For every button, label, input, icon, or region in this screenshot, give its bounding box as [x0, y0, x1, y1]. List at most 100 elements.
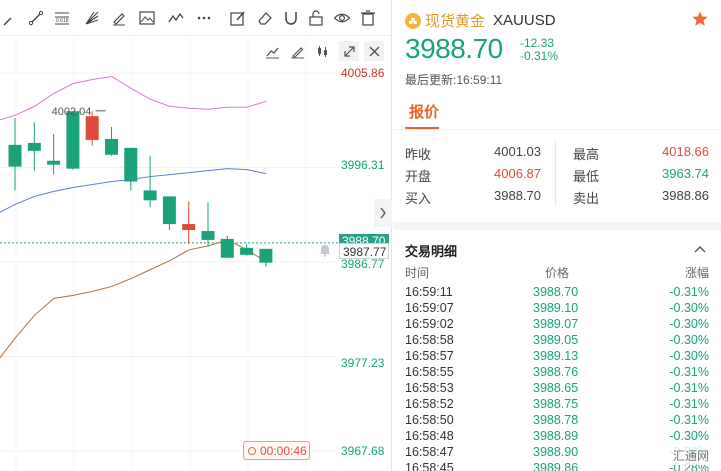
edit-icon[interactable] — [227, 7, 249, 29]
stat-label: 最低 — [573, 169, 600, 184]
upper-band-line — [0, 76, 267, 121]
watermark: 汇通网 — [668, 446, 713, 465]
candle-body — [124, 147, 138, 182]
brush-icon[interactable] — [108, 7, 130, 29]
trade-change: -0.30% — [669, 429, 709, 443]
change-percent: -0.31% — [520, 49, 559, 63]
trendline-icon[interactable] — [25, 7, 47, 29]
stat-label: 最高 — [573, 147, 600, 162]
current-price-label: 3988.70 — [342, 234, 386, 243]
price-axis-label: 3967.68 — [341, 444, 385, 458]
magnet-icon[interactable] — [280, 7, 302, 29]
candle-type-icon[interactable] — [312, 41, 332, 61]
tab-quote[interactable]: 报价 — [409, 101, 439, 122]
price-axis-label: 3977.23 — [341, 356, 385, 370]
crosshair-price-label: 3987.77 — [339, 243, 389, 259]
trade-time: 16:58:45 — [405, 461, 454, 471]
trade-price: 3988.76 — [533, 365, 579, 379]
stat-label: 开盘 — [405, 169, 432, 184]
countdown-value: 00:00:46 — [260, 443, 307, 458]
candle-body — [66, 111, 80, 169]
drawing-toolbar: 0.618 — [0, 0, 392, 36]
collapse-panel-button[interactable] — [374, 199, 392, 227]
table-row: 16:58:58 3989.05 -0.30% — [393, 333, 721, 349]
table-row: 16:58:53 3988.65 -0.31% — [393, 381, 721, 397]
price-change: -12.33 -0.31% — [520, 37, 558, 63]
trade-change: -0.31% — [669, 397, 709, 411]
crosshair-icon[interactable] — [0, 7, 22, 29]
eraser-icon[interactable] — [254, 7, 276, 29]
trade-time: 16:58:52 — [405, 397, 454, 411]
candlestick-chart[interactable]: 4002.04 — [0, 37, 392, 471]
trade-time: 16:58:50 — [405, 413, 454, 427]
candle-body — [182, 224, 196, 231]
trade-price: 3988.70 — [533, 285, 579, 299]
trade-list[interactable]: 16:59:11 3988.70 -0.31% 16:59:07 3989.10 -0.3… — [393, 285, 721, 471]
column-header-price: 价格 — [545, 266, 570, 280]
indicator-icon[interactable] — [262, 41, 282, 61]
trade-price: 3988.89 — [533, 429, 579, 443]
close-icon[interactable] — [364, 41, 384, 61]
trade-change: -0.31% — [669, 381, 709, 395]
instrument-symbol: XAUUSD — [493, 12, 556, 29]
last-update: 最后更新:16:59:11 — [405, 73, 503, 87]
column-header-change: 涨幅 — [684, 266, 709, 280]
current-price-marker: 3988.70 — [339, 234, 389, 243]
trade-price: 3988.90 — [533, 445, 579, 459]
trade-price: 3989.07 — [533, 317, 579, 331]
trade-time: 16:58:58 — [405, 333, 454, 347]
stat-label: 买入 — [405, 191, 432, 206]
chevron-right-icon — [380, 207, 386, 219]
candle-body — [8, 144, 22, 167]
trade-price: 3988.75 — [533, 397, 579, 411]
trade-price: 3989.10 — [533, 301, 579, 315]
bell-icon[interactable] — [318, 243, 332, 257]
lock-icon[interactable] — [305, 7, 327, 29]
candle-body — [47, 160, 61, 165]
trade-time: 16:59:11 — [405, 285, 453, 299]
trade-time: 16:59:07 — [405, 301, 454, 315]
trade-price: 3989.13 — [533, 349, 579, 363]
section-separator — [393, 222, 721, 230]
fib-icon[interactable]: 0.618 — [51, 7, 73, 29]
trade-change: -0.30% — [669, 301, 709, 315]
stat-sell: 3988.86 — [662, 188, 709, 203]
trade-price: 3989.86 — [533, 461, 579, 471]
stat-open: 4006.87 — [494, 166, 541, 181]
candle-body — [85, 116, 99, 140]
trade-time: 16:58:55 — [405, 365, 454, 379]
chart-plot-area[interactable]: 4002.04 4005.86 3996.31 3986.77 3977.23 … — [0, 37, 392, 471]
stat-low: 3963.74 — [662, 166, 709, 181]
trade-time: 16:58:57 — [405, 349, 454, 363]
trade-time: 16:58:53 — [405, 381, 454, 395]
chart-pane: 0.618 4002.04 4005.86 3996.31 3986.77 39… — [0, 0, 392, 471]
table-row: 16:59:11 3988.70 -0.31% — [393, 285, 721, 301]
trade-change: -0.30% — [669, 349, 709, 363]
fan-icon[interactable] — [81, 7, 103, 29]
pencil-icon[interactable] — [287, 41, 307, 61]
stat-prev-close: 4001.03 — [494, 144, 541, 159]
trash-icon[interactable] — [357, 7, 379, 29]
trade-change: -0.31% — [669, 285, 709, 299]
more-icon[interactable] — [193, 7, 215, 29]
price-axis-label: 4005.86 — [341, 66, 385, 80]
image-icon[interactable] — [136, 7, 158, 29]
stat-label: 卖出 — [573, 191, 600, 206]
table-row: 16:58:50 3988.78 -0.31% — [393, 413, 721, 429]
stat-buy: 3988.70 — [494, 188, 541, 203]
table-row: 16:58:55 3988.76 -0.31% — [393, 365, 721, 381]
trade-time: 16:58:48 — [405, 429, 454, 443]
eye-icon[interactable] — [331, 7, 353, 29]
table-row: 16:58:52 3988.75 -0.31% — [393, 397, 721, 413]
trade-time: 16:59:02 — [405, 317, 454, 331]
wave-icon[interactable] — [165, 7, 187, 29]
fullscreen-icon[interactable] — [339, 41, 359, 61]
candle-body — [240, 247, 254, 255]
lower-band-line — [0, 239, 267, 359]
candle-body — [162, 196, 176, 225]
chevron-up-icon[interactable] — [693, 242, 707, 256]
favorite-star-icon[interactable] — [691, 10, 709, 28]
high-annotation: 4002.04 — [52, 106, 92, 118]
candle-body — [201, 231, 215, 240]
trade-time: 16:58:47 — [405, 445, 454, 459]
